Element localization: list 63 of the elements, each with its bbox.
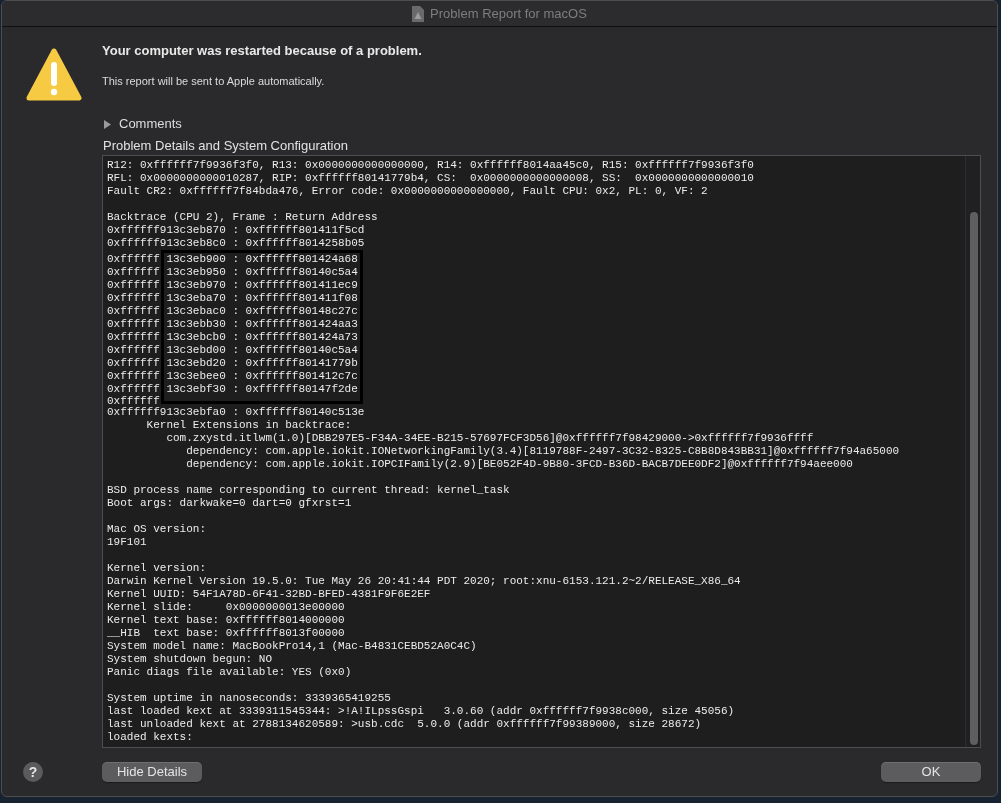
- log-line: 0xffffff: [107, 317, 160, 331]
- log-line: 0xffffff: [107, 278, 160, 292]
- log-line: System uptime in nanoseconds: 3339365419255: [107, 691, 391, 705]
- warning-icon: [26, 47, 82, 103]
- log-line: 0xffffff913c3eb8c0 : 0xffffff8014258b05: [107, 236, 365, 250]
- log-line: System model name: MacBookPro14,1 (Mac-B4831CEBD52A0C4C): [107, 639, 477, 653]
- log-line: 13c3ebcb0 : 0xffffff801424a73: [166, 330, 358, 344]
- ok-button[interactable]: OK: [881, 762, 981, 782]
- log-line: 0xffffff: [107, 252, 160, 266]
- document-icon: [412, 5, 425, 22]
- log-line: 0xffffff: [107, 395, 160, 406]
- log-line: 0xffffff: [107, 343, 160, 357]
- log-line: Backtrace (CPU 2), Frame : Return Address: [107, 210, 378, 224]
- log-line: Kernel version:: [107, 561, 207, 575]
- log-line: 0xffffff: [107, 291, 160, 305]
- log-line: Darwin Kernel Version 19.5.0: Tue May 26 20:41:44 PDT 2020; root:xnu-6153.121.2~2/RELEASE_X86_64: [107, 574, 741, 588]
- log-line: 13c3eb900 : 0xffffff801424a68: [166, 252, 358, 266]
- alert-heading: Your computer was restarted because of a problem.: [102, 43, 422, 59]
- log-line: RFL: 0x0000000000010287, RIP: 0xffffff80141779b4, CS: 0x0000000000000008, SS: 0x0000000000000010: [107, 171, 754, 185]
- log-line: Mac OS version:: [107, 522, 207, 536]
- log-line: 0xffffff913c3ebfa0 : 0xffffff80140c513e: [107, 405, 365, 419]
- log-line: com.zxystd.itlwm(1.0)[DBB297E5-F34A-34EE-B215-57697FCF3D56]@0xffffff7f98429000->0xffffff7f9936ffff: [165, 431, 814, 445]
- log-line: R12: 0xffffff7f9936f3f0, R13: 0x0000000000000000, R14: 0xffffff8014aa45c0, R15: 0xffffff7f9936f3f0: [107, 158, 754, 172]
- log-line: dependency: com.apple.iokit.IONetworkingFamily(3.4)[8119788F-2497-3C32-8325-C8B8D843BB31]@0xffffff7f94a65000: [185, 444, 900, 458]
- log-line: 13c3ebac0 : 0xffffff80148c27c: [166, 304, 358, 318]
- log-line: Kernel slide: 0x0000000013e00000: [107, 600, 345, 614]
- log-line: 13c3eb950 : 0xffffff80140c5a4: [166, 265, 358, 279]
- log-line: Kernel Extensions in backtrace:: [145, 418, 352, 432]
- log-line: System shutdown begun: NO: [107, 652, 273, 666]
- log-line: last loaded kext at 3339311545344: >!A!ILpssGspi 3.0.60 (addr 0xffffff7f9938c000, size 45056): [107, 704, 735, 718]
- log-line: 13c3ebb30 : 0xffffff801424aa3: [166, 317, 358, 331]
- window-title: Problem Report for macOS: [430, 5, 587, 22]
- log-line: BSD process name corresponding to current thread: kernel_task: [107, 483, 510, 497]
- log-line: dependency: com.apple.iokit.IOPCIFamily(2.9)[BE052F4D-9B80-3FCD-B36D-BACB7DEE0DF2]@0xffffff7f94aee000: [185, 457, 853, 471]
- log-line: 0xffffff: [107, 304, 160, 318]
- scrollbar-thumb[interactable]: [970, 212, 978, 745]
- log-line: Boot args: darkwake=0 dart=0 gfxrst=1: [107, 496, 352, 510]
- comments-disclosure[interactable]: Comments: [102, 116, 182, 132]
- log-line: 0xffffff913c3eb870 : 0xffffff801411f5cd: [107, 223, 365, 237]
- log-line: 13c3eb970 : 0xffffff801411ec9: [166, 278, 358, 292]
- help-button[interactable]: ?: [23, 762, 43, 782]
- log-line: loaded kexts:: [107, 730, 193, 744]
- log-line: 0xffffff: [107, 356, 160, 370]
- log-line: Kernel text base: 0xffffff8014000000: [107, 613, 345, 627]
- log-line: Panic diags file available: YES (0x0): [107, 665, 352, 679]
- log-line: 13c3ebd00 : 0xffffff80140c5a4: [166, 343, 358, 357]
- log-line: last unloaded kext at 2788134620589: >usb.cdc 5.0.0 (addr 0xffffff7f99389000, size 28672): [107, 717, 702, 731]
- hide-details-button[interactable]: Hide Details: [102, 762, 202, 782]
- report-text-view[interactable]: [102, 155, 981, 748]
- log-line: 0xffffff: [107, 369, 160, 383]
- log-line: __HIB text base: 0xffffff8013f00000: [107, 626, 345, 640]
- log-line: Fault CR2: 0xffffff7f84bda476, Error code: 0x0000000000000000, Fault CPU: 0x2, PL: 0, VF: 2: [107, 184, 708, 198]
- details-label: Problem Details and System Configuration: [103, 138, 348, 154]
- log-line: 19F101: [107, 535, 147, 549]
- log-line: 0xffffff: [107, 330, 160, 344]
- log-line: 0xffffff: [107, 382, 160, 396]
- alert-message: This report will be sent to Apple automatically.: [102, 74, 325, 88]
- log-line: 13c3ebf30 : 0xffffff80147f2de: [166, 382, 358, 396]
- log-line: 0xffffff: [107, 265, 160, 279]
- log-line: 13c3ebee0 : 0xffffff801412c7c: [166, 369, 358, 383]
- log-line: 13c3ebd20 : 0xffffff80141779b: [166, 356, 358, 370]
- log-line: Kernel UUID: 54F1A78D-6F41-32BD-BFED-4381F9F6E2EF: [107, 587, 431, 601]
- log-line: 13c3eba70 : 0xffffff801411f08: [166, 291, 358, 305]
